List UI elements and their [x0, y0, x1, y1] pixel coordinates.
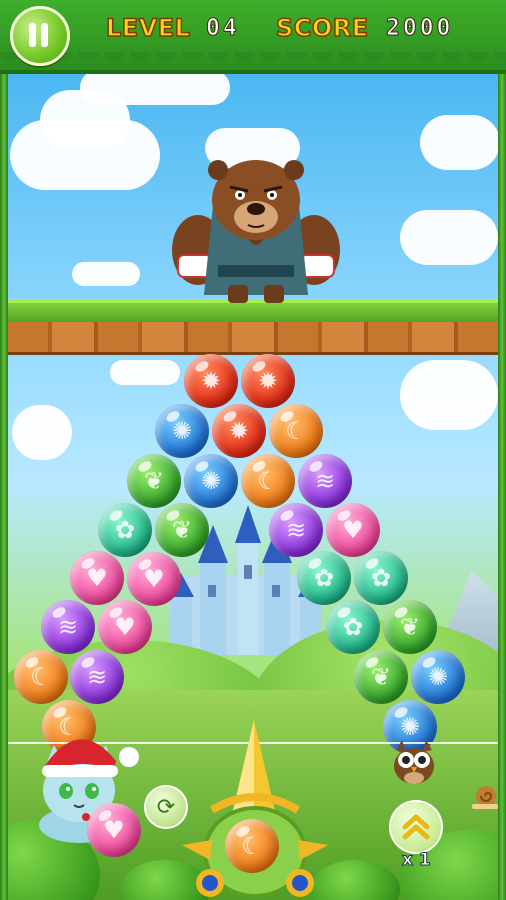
- wave-icon: ≋: [86, 663, 108, 691]
- level-value: 04: [206, 15, 240, 42]
- snail: [472, 786, 498, 809]
- orange-moon-bubble: ☾: [225, 819, 279, 873]
- cloud: [420, 115, 500, 170]
- score-value: 2000: [385, 15, 454, 42]
- frame-rail-right: [498, 60, 506, 900]
- hud-scallop: [0, 52, 506, 72]
- heart-icon: ♥: [114, 613, 136, 641]
- flower-icon: ✿: [370, 564, 392, 592]
- moon-icon: ☾: [285, 417, 307, 445]
- moon-icon: ☾: [241, 832, 263, 860]
- loaded-bubble: ☾: [221, 815, 283, 877]
- wave-icon: ≋: [314, 467, 336, 495]
- teal-flower-bubble: ✿: [98, 503, 152, 557]
- cloud: [400, 210, 498, 265]
- swirl-icon: ✺: [171, 417, 193, 445]
- purple-wave-bubble: ≋: [70, 650, 124, 704]
- game-stage[interactable]: ✹ ✹ ✺ ✹ ☾ ❦ ✺ ☾ ≋ ✿ ❦ ≋ ♥ ♥ ✿ ♥ ✿ ≋ ♥ ✿ ❦ ☾ ≋ ❦ ✺ ☾ ✺ ♥ ⟳: [0, 0, 506, 900]
- swirl-icon: ✺: [399, 713, 421, 741]
- swirl-icon: ✺: [200, 467, 222, 495]
- green-leaf-bubble: ❦: [155, 503, 209, 557]
- leaf-icon: ❦: [143, 467, 165, 495]
- cloud: [80, 70, 230, 105]
- wave-icon: ≋: [285, 516, 307, 544]
- purple-wave-bubble: ≋: [41, 600, 95, 654]
- flower-icon: ✿: [114, 516, 136, 544]
- red-flame-bubble: ✹: [184, 354, 238, 408]
- flame-icon: ✹: [228, 417, 250, 445]
- blue-swirl-bubble: ✺: [155, 404, 209, 458]
- double-chevron-up-icon: [402, 814, 430, 840]
- bear-boss: [172, 160, 340, 303]
- orange-moon-bubble: ☾: [241, 454, 295, 508]
- heart-icon: ♥: [143, 565, 165, 593]
- owl: [394, 740, 434, 784]
- red-flame-bubble: ✹: [241, 354, 295, 408]
- pink-heart-bubble: ♥: [98, 600, 152, 654]
- swirl-icon: ✺: [427, 663, 449, 691]
- pink-heart-bubble: ♥: [326, 503, 380, 557]
- blue-swirl-bubble: ✺: [411, 650, 465, 704]
- moon-icon: ☾: [257, 467, 279, 495]
- boost-count: x 1: [402, 850, 432, 871]
- cloud: [110, 360, 180, 385]
- score-label: SCORE: [275, 13, 369, 43]
- heart-icon: ♥: [342, 516, 364, 544]
- pause-icon: [29, 23, 36, 47]
- wave-icon: ≋: [57, 613, 79, 641]
- pause-button[interactable]: [10, 6, 70, 66]
- teal-flower-bubble: ✿: [297, 551, 351, 605]
- next-bubble[interactable]: ♥: [86, 802, 142, 858]
- orange-moon-bubble: ☾: [269, 404, 323, 458]
- teal-flower-bubble: ✿: [354, 551, 408, 605]
- green-leaf-bubble: ❦: [354, 650, 408, 704]
- moon-icon: ☾: [30, 663, 52, 691]
- heart-icon: ♥: [86, 564, 108, 592]
- leaf-icon: ❦: [370, 663, 392, 691]
- flame-icon: ✹: [257, 367, 279, 395]
- frame-rail-left: [0, 60, 8, 900]
- cloud: [72, 262, 140, 286]
- cloud: [12, 405, 72, 460]
- red-flame-bubble: ✹: [212, 404, 266, 458]
- green-leaf-bubble: ❦: [127, 454, 181, 508]
- pink-heart-bubble: ♥: [70, 551, 124, 605]
- level-label: LEVEL: [105, 13, 191, 43]
- pause-icon: [41, 23, 48, 47]
- boost-button[interactable]: [389, 800, 443, 854]
- cloud: [400, 360, 498, 430]
- heart-icon: ♥: [103, 816, 125, 844]
- leaf-icon: ❦: [171, 516, 193, 544]
- pink-heart-bubble: ♥: [127, 552, 181, 606]
- teal-flower-bubble: ✿: [326, 600, 380, 654]
- purple-wave-bubble: ≋: [298, 454, 352, 508]
- purple-wave-bubble: ≋: [269, 503, 323, 557]
- flame-icon: ✹: [200, 367, 222, 395]
- dirt-platform: [8, 322, 498, 355]
- leaf-icon: ❦: [399, 613, 421, 641]
- blue-swirl-bubble: ✺: [184, 454, 238, 508]
- pink-heart-bubble: ♥: [87, 803, 141, 857]
- green-leaf-bubble: ❦: [383, 600, 437, 654]
- flower-icon: ✿: [313, 564, 335, 592]
- flower-icon: ✿: [342, 613, 364, 641]
- orange-moon-bubble: ☾: [14, 650, 68, 704]
